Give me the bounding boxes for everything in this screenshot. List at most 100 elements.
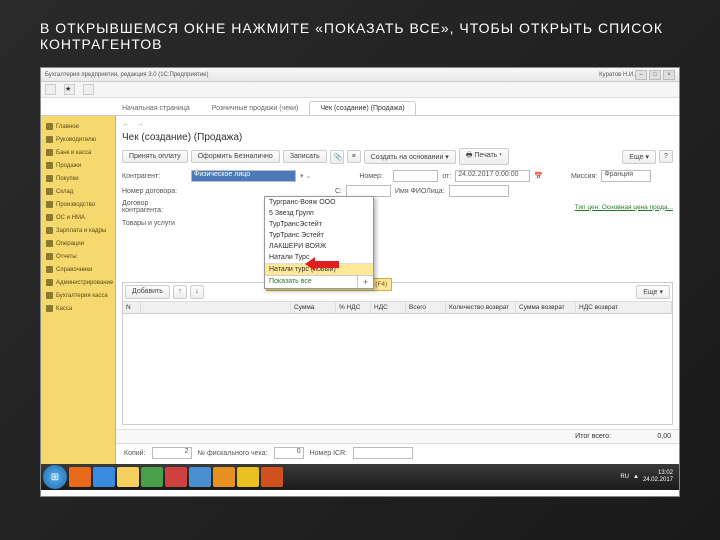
- tab-retail[interactable]: Розничные продажи (чеки): [201, 101, 310, 115]
- sidebar-item-sales[interactable]: Продажи: [41, 159, 115, 172]
- cash-icon: [46, 305, 53, 312]
- lbl-from: от:: [442, 173, 451, 180]
- sales-icon: [46, 162, 53, 169]
- goods-grid: Добавить ↑ ↓ Еще ▾ N Сумма % НДС НДС Все…: [122, 282, 673, 425]
- ie-icon[interactable]: [93, 467, 115, 487]
- sidebar-item-acc-cash[interactable]: Бухгалтерия касса: [41, 289, 115, 302]
- acc-cash-icon: [46, 292, 53, 299]
- attach-icon[interactable]: 📎: [330, 150, 344, 164]
- form-area: Контрагент: Физическое лицо ▾ ⌄ Номер: о…: [116, 168, 679, 232]
- firefox-icon[interactable]: [69, 467, 91, 487]
- sidebar-item-os[interactable]: ОС и НМА: [41, 211, 115, 224]
- nav-fwd-icon[interactable]: →: [136, 119, 144, 128]
- sidebar-item-manager[interactable]: Руководителю: [41, 133, 115, 146]
- main-toolbar: ★: [41, 82, 679, 98]
- history-icon[interactable]: [83, 84, 94, 95]
- date-input[interactable]: 24.02.2017 0:00:00: [455, 170, 530, 182]
- number-input[interactable]: [393, 170, 438, 182]
- down-icon[interactable]: ↓: [190, 285, 204, 299]
- dd-item[interactable]: ТурТранс Эстейт: [265, 230, 373, 241]
- contragent-input[interactable]: Физическое лицо: [191, 170, 296, 182]
- system-tray: RU ▲ 13:02 24.02.2017: [620, 470, 677, 484]
- help-icon[interactable]: ?: [659, 150, 673, 163]
- sidebar: Главное Руководителю Банк и касса Продаж…: [41, 116, 116, 464]
- contragent-dropdown: Тургранс-Вояж ООО 5 Звезд Групп ТурТранс…: [264, 196, 374, 289]
- clock[interactable]: 13:02 24.02.2017: [643, 470, 673, 484]
- fiscal-input[interactable]: 0: [274, 447, 304, 459]
- sidebar-item-purchases[interactable]: Покупки: [41, 172, 115, 185]
- sidebar-item-operations[interactable]: Операции: [41, 237, 115, 250]
- lbl-mission: Миссия:: [571, 173, 597, 180]
- fio-input[interactable]: [449, 185, 509, 197]
- tab-receipt[interactable]: Чек (создание) (Продажа): [309, 101, 415, 115]
- dd-item[interactable]: Тургранс-Вояж ООО: [265, 197, 373, 208]
- grid-more-button[interactable]: Еще ▾: [636, 285, 670, 299]
- close-button[interactable]: ×: [663, 70, 675, 80]
- dd-item[interactable]: 5 Звезд Групп: [265, 208, 373, 219]
- calendar-icon[interactable]: 📅: [534, 172, 543, 180]
- lbl-contract: Договор контрагента:: [122, 200, 187, 214]
- lang-indicator[interactable]: RU: [620, 474, 629, 480]
- sidebar-item-salary[interactable]: Зарплата и кадры: [41, 224, 115, 237]
- menu-icon[interactable]: [45, 84, 56, 95]
- show-all-button[interactable]: Показать все: [265, 276, 357, 288]
- lbl-goods: Товары и услуги: [122, 220, 175, 227]
- tray-icon[interactable]: ▲: [633, 474, 639, 480]
- app2-icon[interactable]: [165, 467, 187, 487]
- sidebar-item-admin[interactable]: Администрирование: [41, 276, 115, 289]
- lbl-fio: Имя ФИОЛица:: [395, 188, 445, 195]
- window-titlebar: Бухгалтерия предприятия, редакция 3.0 (1…: [41, 68, 679, 82]
- skype-icon[interactable]: [189, 467, 211, 487]
- lbl-s: С:: [335, 188, 342, 195]
- dd-item[interactable]: ЛАКШЕРИ ВОЯЖ: [265, 241, 373, 252]
- outlook-icon[interactable]: [213, 467, 235, 487]
- copies-row: Копий: 2 № фискального чека: 0 Номер ICR…: [116, 443, 679, 462]
- 1c-icon[interactable]: [237, 467, 259, 487]
- sidebar-item-stock[interactable]: Склад: [41, 185, 115, 198]
- list-icon[interactable]: ≡: [347, 150, 361, 163]
- copies-input[interactable]: 2: [152, 447, 192, 459]
- start-button[interactable]: ⊞: [43, 465, 67, 489]
- grid-body[interactable]: [123, 314, 672, 424]
- operations-icon: [46, 240, 53, 247]
- mission-input[interactable]: Франция: [601, 170, 651, 182]
- nav-back-icon[interactable]: ←: [122, 119, 130, 128]
- more-button[interactable]: Еще ▾: [622, 150, 656, 164]
- add-new-button[interactable]: +: [357, 276, 373, 288]
- write-button[interactable]: Записать: [283, 150, 327, 163]
- add-row-button[interactable]: Добавить: [125, 285, 170, 299]
- admin-icon: [46, 279, 53, 286]
- icr-input[interactable]: [353, 447, 413, 459]
- sidebar-item-reports[interactable]: Отчеты: [41, 250, 115, 263]
- reports-icon: [46, 253, 53, 260]
- bank-icon: [46, 149, 53, 156]
- accept-pay-button[interactable]: Принять оплату: [122, 150, 188, 163]
- lbl-contragent: Контрагент:: [122, 173, 187, 180]
- sidebar-item-cash[interactable]: Касса: [41, 302, 115, 315]
- refs-icon: [46, 266, 53, 273]
- sidebar-item-production[interactable]: Производство: [41, 198, 115, 211]
- grid-header: N Сумма % НДС НДС Всего Количество возвр…: [123, 302, 672, 314]
- app-icon[interactable]: [141, 467, 163, 487]
- action-bar: Принять оплату Оформить Безналично Запис…: [116, 145, 679, 168]
- sidebar-item-refs[interactable]: Справочники: [41, 263, 115, 276]
- lbl-number: Номер:: [359, 173, 389, 180]
- screenshot-window: Бухгалтерия предприятия, редакция 3.0 (1…: [40, 67, 680, 497]
- explorer-icon[interactable]: [117, 467, 139, 487]
- maximize-button[interactable]: □: [649, 70, 661, 80]
- dd-item[interactable]: ТурТрансЭстейт: [265, 219, 373, 230]
- create-by-button[interactable]: Создать на основании ▾: [364, 150, 456, 164]
- minimize-button[interactable]: –: [635, 70, 647, 80]
- star-icon[interactable]: ★: [64, 84, 75, 95]
- cashless-button[interactable]: Оформить Безналично: [191, 150, 280, 163]
- up-icon[interactable]: ↑: [173, 285, 187, 299]
- production-icon: [46, 201, 53, 208]
- sidebar-item-bank[interactable]: Банк и касса: [41, 146, 115, 159]
- tab-start[interactable]: Начальная страница: [111, 101, 201, 115]
- price-type-link[interactable]: Тип цен: Основная цена прода...: [575, 204, 673, 211]
- print-button[interactable]: 🖶 Печать ▾: [459, 148, 509, 165]
- ppt-icon[interactable]: [261, 467, 283, 487]
- sidebar-item-main[interactable]: Главное: [41, 120, 115, 133]
- home-icon: [46, 123, 53, 130]
- lbl-contract-num: Номер договора:: [122, 188, 187, 195]
